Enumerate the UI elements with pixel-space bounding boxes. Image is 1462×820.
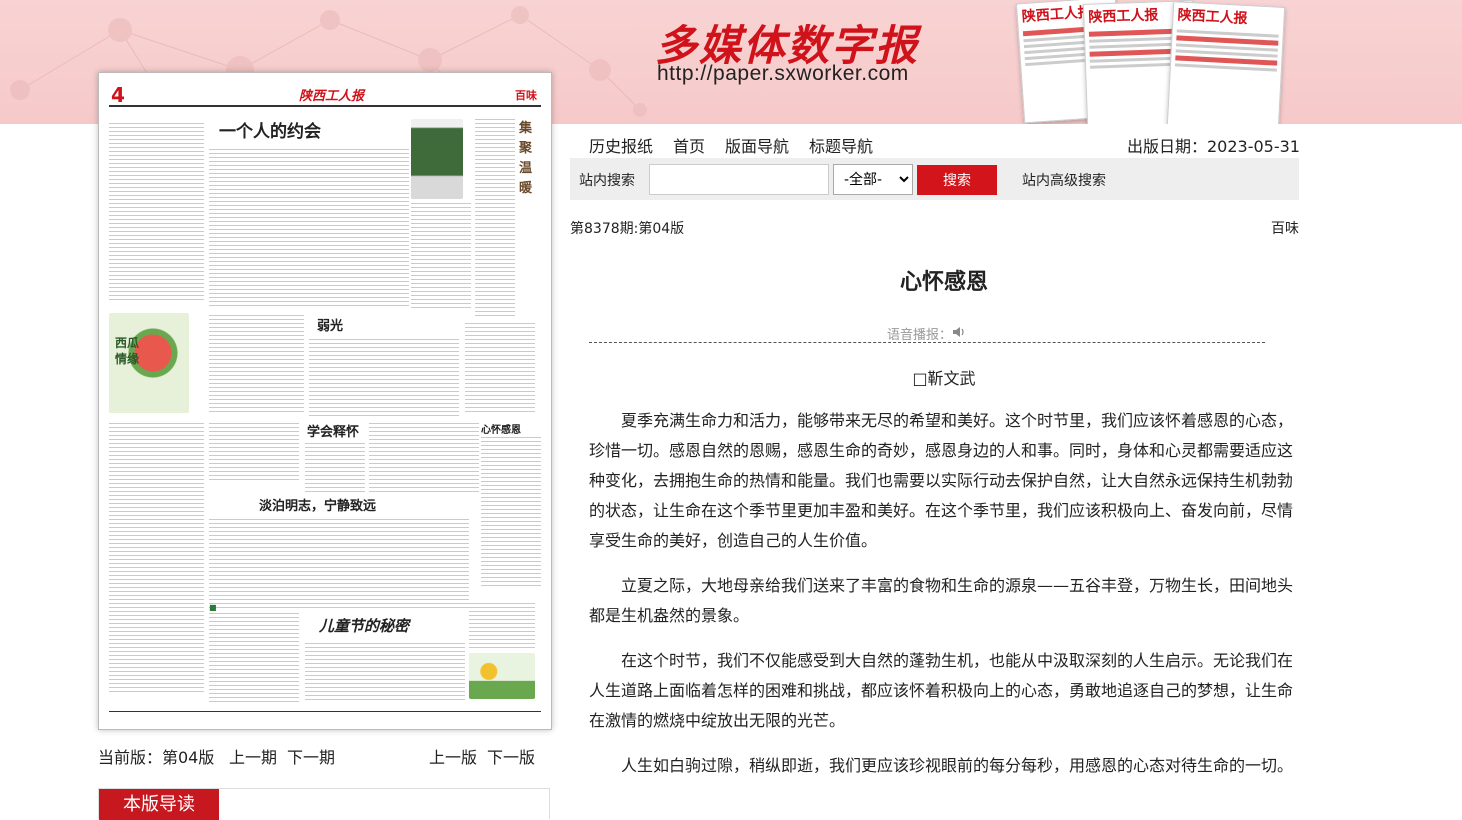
- search-button[interactable]: 搜索: [917, 165, 997, 195]
- site-url: http://paper.sxworker.com: [657, 62, 909, 85]
- advanced-search-link[interactable]: 站内高级搜索: [1022, 170, 1106, 190]
- thumbnail-headline-4[interactable]: 淡泊明志，宁静致远: [259, 495, 376, 514]
- thumbnail-headline-1[interactable]: 一个人的约会: [219, 117, 321, 142]
- article-author: □靳文武: [912, 369, 976, 388]
- page-thumbnail[interactable]: 4 陕西工人报 百味 西瓜情缘 一个人的约会 集聚温暖 弱光 学会释怀 心怀感恩…: [98, 72, 552, 730]
- nav-title-navigation[interactable]: 标题导航: [809, 133, 873, 157]
- thumbnail-section: 百味: [515, 89, 537, 102]
- article-paragraph: 夏季充满生命力和活力，能够带来无尽的希望和美好。这个时节里，我们应该怀着感恩的心…: [589, 411, 1294, 550]
- thumbnail-side-title[interactable]: 集聚温暖: [519, 119, 535, 199]
- current-page-label: 当前版：第04版: [98, 748, 215, 767]
- thumbnail-headline-3[interactable]: 学会释怀: [307, 421, 359, 440]
- thumbnail-masthead: 4 陕西工人报 百味: [109, 83, 541, 107]
- soldier-photo: [411, 119, 463, 199]
- prev-issue-link[interactable]: 上一期: [229, 744, 277, 768]
- article-paragraph: 人生如白驹过隙，稍纵即逝，我们更应该珍视眼前的每分每秒，用感恩的心态对待生命的一…: [621, 756, 1294, 775]
- thumbnail-picture-text: 西瓜情缘: [115, 336, 140, 366]
- thumbnail-page-number: 4: [111, 83, 125, 107]
- page-guide-tab[interactable]: 本版导读: [99, 789, 219, 820]
- page-guide-panel: 本版导读: [98, 788, 550, 820]
- kids-illustration: [469, 653, 535, 699]
- tts-label: 语音播报：: [887, 328, 953, 343]
- nav-history-papers[interactable]: 历史报纸: [589, 133, 653, 157]
- nav-page-navigation[interactable]: 版面导航: [725, 133, 789, 157]
- top-nav: 历史报纸 首页 版面导航 标题导航 出版日期：2023-05-31: [570, 128, 1300, 158]
- search-bar: 站内搜索 -全部- 搜索 站内高级搜索: [570, 158, 1299, 200]
- search-input[interactable]: [649, 164, 829, 195]
- speaker-icon[interactable]: [952, 326, 966, 338]
- article-title: 心怀感恩: [899, 270, 988, 295]
- issue-info: 第8378期:第04版: [570, 221, 685, 237]
- thumbnail-headline-2[interactable]: 弱光: [317, 315, 343, 334]
- title-divider: [589, 342, 1265, 343]
- page-pager: 当前版：第04版 上一期 下一期 上一版 下一版: [98, 744, 538, 768]
- nav-home[interactable]: 首页: [673, 133, 705, 157]
- section-name: 百味: [1271, 221, 1299, 237]
- thumbnail-headline-6[interactable]: 心怀感恩: [481, 421, 521, 436]
- newspaper-stack-image: 陕西工人报 陕西工人报 陕西工人报: [1015, 0, 1290, 124]
- prev-page-link[interactable]: 上一版: [429, 744, 477, 768]
- publish-date: 出版日期：2023-05-31: [1127, 137, 1300, 156]
- search-scope-select[interactable]: -全部-: [833, 164, 913, 195]
- next-issue-link[interactable]: 下一期: [287, 744, 335, 768]
- article-paragraph: 在这个时节，我们不仅能感受到大自然的蓬勃生机，也能从中汲取深刻的人生启示。无论我…: [589, 651, 1294, 730]
- search-label: 站内搜索: [579, 173, 635, 189]
- next-page-link[interactable]: 下一版: [487, 744, 535, 768]
- article-paragraph: 立夏之际，大地母亲给我们送来了丰富的食物和生命的源泉——五谷丰登，万物生长，田间…: [589, 576, 1294, 625]
- thumbnail-logo: 陕西工人报: [299, 89, 365, 104]
- article-body: 夏季充满生命力和活力，能够带来无尽的希望和美好。这个时节里，我们应该怀着感恩的心…: [589, 406, 1299, 796]
- thumbnail-headline-5[interactable]: 儿童节的秘密: [319, 615, 409, 636]
